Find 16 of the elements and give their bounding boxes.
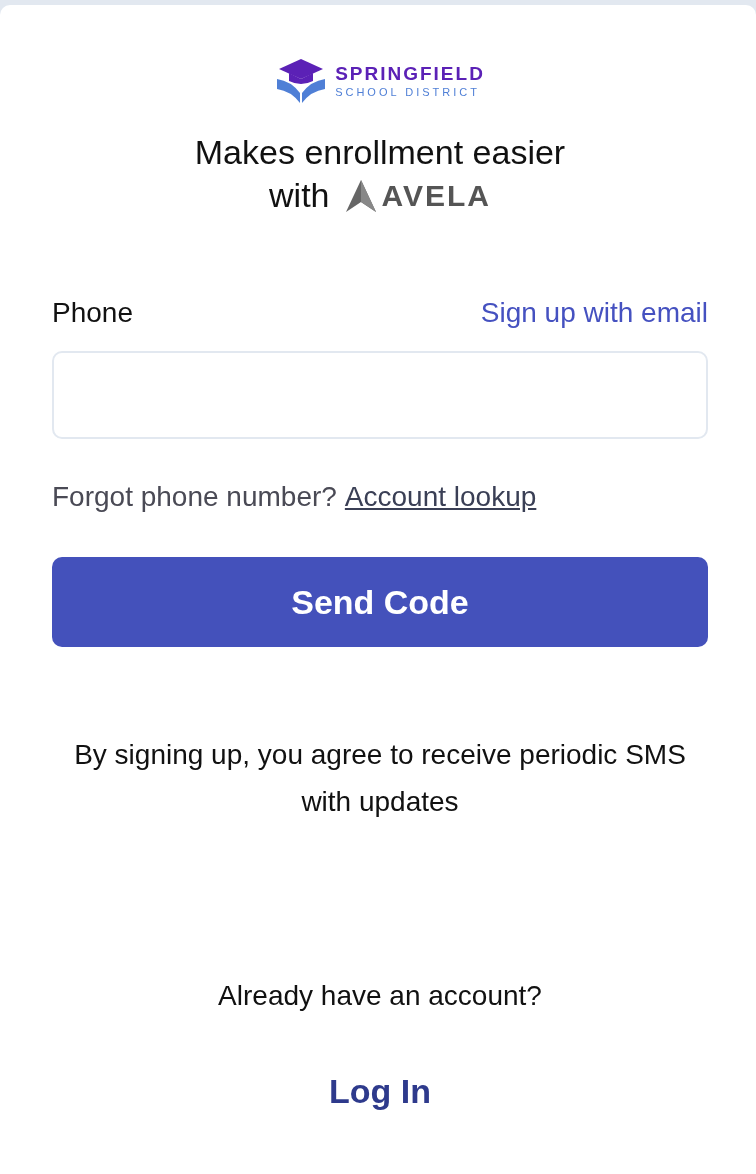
login-prompt: Already have an account?: [217, 980, 543, 1012]
brand-name: AVELA: [381, 178, 491, 214]
logo-subtitle: SCHOOL DISTRICT: [335, 85, 481, 99]
phone-field[interactable]: [52, 351, 708, 439]
account-lookup-link[interactable]: Account lookup: [344, 481, 537, 513]
sms-notice: By signing up, you agree to receive periodic SMS with updates: [73, 738, 687, 819]
logo-name: SPRINGFIELD: [335, 63, 485, 85]
login-link[interactable]: Log In: [329, 1072, 431, 1111]
lookup-text: Forgot phone number?: [52, 481, 337, 513]
email-signup-link[interactable]: Sign up with email: [480, 297, 708, 329]
tagline: with: [269, 175, 330, 216]
graduation-book-icon: [275, 57, 328, 105]
arrow-mark-icon: [345, 179, 376, 212]
send-code-button[interactable]: Send Code: [52, 557, 708, 647]
phone-label: Phone: [52, 297, 133, 329]
tagline: Makes enrollment easier: [194, 132, 566, 173]
